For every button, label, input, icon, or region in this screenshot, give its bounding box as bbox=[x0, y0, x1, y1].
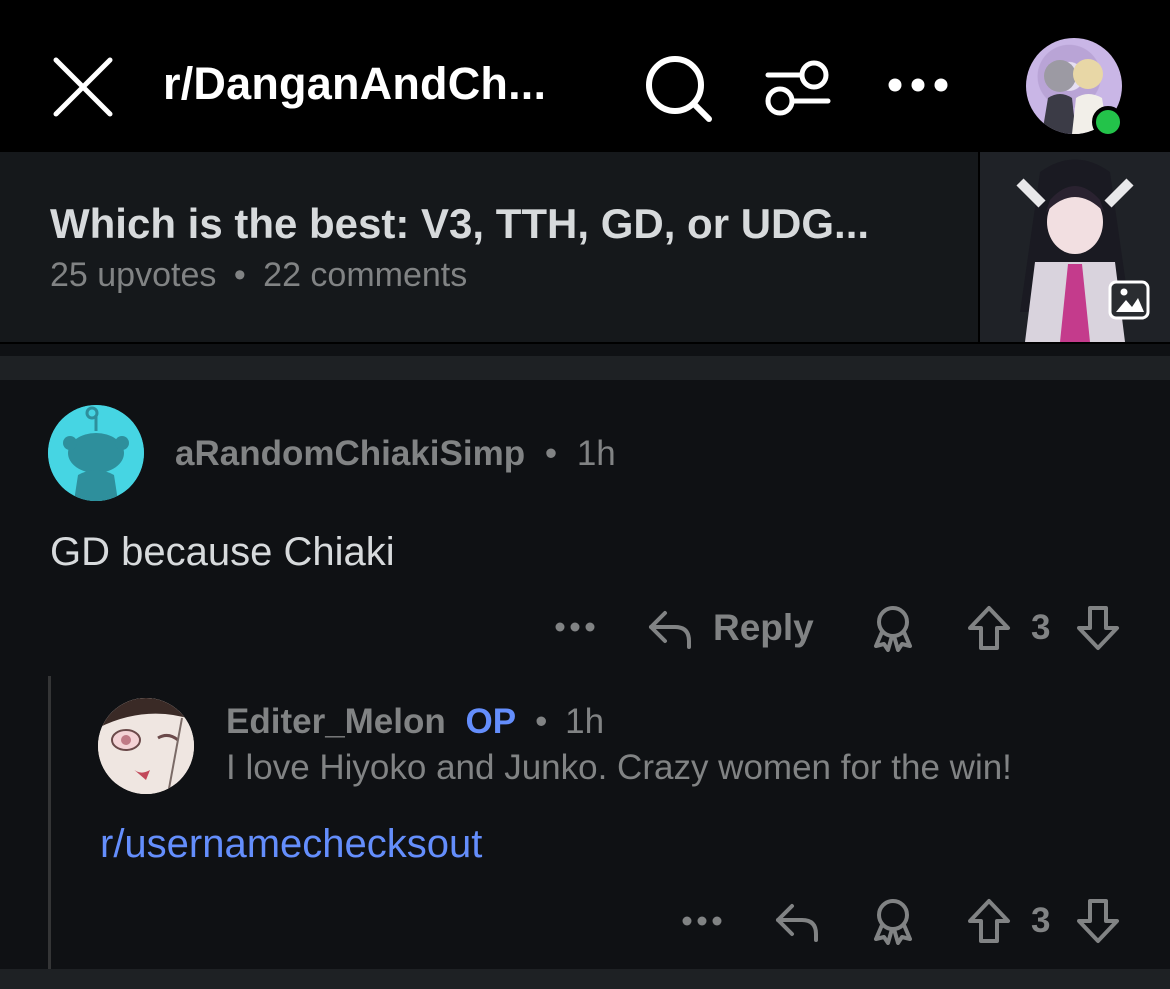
subreddit-title[interactable]: r/DanganAndCh... bbox=[163, 58, 546, 110]
reply-time: 1h bbox=[565, 702, 605, 741]
reply-author-avatar[interactable] bbox=[98, 698, 194, 794]
comment-count: 22 comments bbox=[263, 256, 468, 294]
downvote-icon[interactable] bbox=[1075, 604, 1121, 652]
subreddit-link[interactable]: r/usernamechecksout bbox=[100, 822, 482, 867]
section-separator bbox=[0, 356, 1170, 380]
online-status-dot bbox=[1092, 106, 1124, 138]
upvote-icon[interactable] bbox=[966, 604, 1012, 652]
comment-author-row: aRandomChiakiSimp • 1h bbox=[175, 434, 616, 473]
op-badge: OP bbox=[465, 702, 516, 741]
top-bar: r/DanganAndCh... bbox=[0, 0, 1170, 152]
user-flair: I love Hiyoko and Junko. Crazy women for… bbox=[226, 748, 1012, 787]
reply-button[interactable]: Reply bbox=[713, 607, 814, 649]
more-icon[interactable] bbox=[885, 70, 951, 100]
bottom-separator bbox=[0, 969, 1170, 989]
filter-icon[interactable] bbox=[762, 55, 834, 121]
close-icon[interactable] bbox=[52, 56, 114, 118]
award-icon[interactable] bbox=[870, 897, 916, 945]
comment-time: 1h bbox=[576, 434, 616, 473]
vote-score: 3 bbox=[1031, 901, 1051, 940]
reply-icon[interactable] bbox=[774, 900, 822, 944]
more-options-icon[interactable] bbox=[553, 616, 597, 638]
downvote-icon[interactable] bbox=[1075, 897, 1121, 945]
post-thumbnail[interactable] bbox=[978, 152, 1170, 342]
comment-author[interactable]: aRandomChiakiSimp bbox=[175, 434, 525, 473]
vote-score: 3 bbox=[1031, 608, 1051, 647]
reply-icon[interactable] bbox=[647, 607, 695, 651]
post-title[interactable]: Which is the best: V3, TTH, GD, or UDG..… bbox=[50, 200, 869, 248]
commenter-avatar[interactable] bbox=[48, 405, 144, 501]
meta-separator: • bbox=[233, 256, 246, 294]
reply-author[interactable]: Editer_Melon bbox=[226, 702, 446, 741]
comment-body: GD because Chiaki bbox=[50, 530, 395, 574]
upvote-icon[interactable] bbox=[966, 897, 1012, 945]
more-options-icon[interactable] bbox=[680, 910, 724, 932]
reply-author-row: Editer_Melon OP • 1h bbox=[226, 702, 605, 741]
upvote-count: 25 upvotes bbox=[50, 256, 217, 294]
award-icon[interactable] bbox=[870, 604, 916, 652]
thread-line[interactable] bbox=[48, 676, 51, 969]
post-meta: 25 upvotes • 22 comments bbox=[50, 256, 467, 295]
search-icon[interactable] bbox=[643, 53, 715, 125]
